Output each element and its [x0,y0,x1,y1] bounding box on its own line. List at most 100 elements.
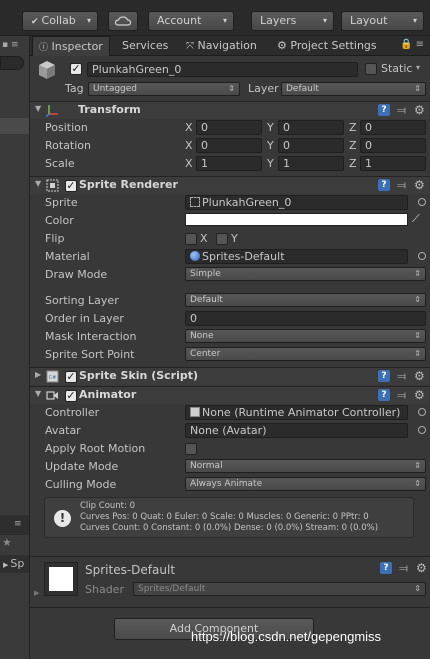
position-y-field[interactable]: 0 [278,120,344,135]
z-axis-label[interactable]: Z [349,157,357,170]
collab-button[interactable]: ✔ Collab ▾ [22,11,98,31]
help-icon[interactable]: ? [380,562,392,574]
sprite-skin-enabled-checkbox[interactable]: ✓ [65,371,77,383]
layer-dropdown[interactable]: Default ⇕ [281,82,426,96]
gear-icon[interactable]: ⚙ [414,388,425,402]
material-preview-thumbnail[interactable] [44,562,78,596]
scale-z-field[interactable]: 1 [360,156,426,171]
account-button[interactable]: Account ▾ [148,11,234,31]
position-x-field[interactable]: 0 [196,120,262,135]
tab-services[interactable]: Services [122,36,168,56]
preset-sliders-icon[interactable]: ⫤ [397,389,410,402]
order-in-layer-field[interactable]: 0 [185,311,426,326]
x-axis-label[interactable]: X [185,157,193,170]
collapse-arrow-icon[interactable]: ▼ [35,104,41,113]
apply-root-motion-checkbox[interactable] [185,443,197,455]
update-mode-dropdown[interactable]: Normal ⇕ [185,459,426,473]
gear-icon[interactable]: ⚙ [414,369,425,383]
sprite-object-field[interactable]: PlunkahGreen_0 [185,195,408,210]
sprite-skin-header[interactable]: ▶ C# ✓ Sprite Skin (Script) ? ⫤ ⚙ [30,367,430,385]
active-checkbox[interactable]: ✓ [70,63,82,75]
scale-y-field[interactable]: 1 [278,156,344,171]
object-picker-icon[interactable] [418,252,426,260]
transform-title: Transform [78,103,141,116]
layout-button[interactable]: Layout ▾ [341,11,424,31]
dropdown-arrow-icon: ▾ [412,16,417,25]
y-axis-label[interactable]: Y [267,139,274,152]
help-icon[interactable]: ? [378,370,390,382]
eyedropper-icon[interactable]: ⟋ [412,212,420,226]
sprite-renderer-enabled-checkbox[interactable]: ✓ [65,180,77,192]
static-checkbox[interactable] [365,63,377,75]
project-folder-row[interactable]: ▶ Sp [0,555,29,573]
z-axis-label[interactable]: Z [349,121,357,134]
culling-mode-dropdown[interactable]: Always Animate ⇕ [185,477,426,491]
panel-menu-icon[interactable]: ▪ ≡ [2,40,19,50]
position-z-field[interactable]: 0 [360,120,426,135]
hierarchy-selected-row[interactable] [0,118,29,134]
object-picker-icon[interactable] [418,408,426,416]
layers-button[interactable]: Layers ▾ [251,11,334,31]
sprite-sort-point-dropdown[interactable]: Center ⇕ [185,347,426,361]
preset-sliders-icon[interactable]: ⫤ [399,562,412,575]
preset-sliders-icon[interactable]: ⫤ [397,179,410,192]
color-label: Color [45,214,74,227]
mask-interaction-dropdown[interactable]: None ⇕ [185,329,426,343]
preset-sliders-icon[interactable]: ⫤ [397,104,410,117]
collapse-arrow-icon[interactable]: ▼ [35,179,41,188]
object-picker-icon[interactable] [418,426,426,434]
draw-mode-dropdown[interactable]: Simple ⇕ [185,267,426,281]
controller-object-field[interactable]: None (Runtime Animator Controller) [185,405,408,420]
help-icon[interactable]: ? [378,179,390,191]
help-icon[interactable]: ? [378,104,390,116]
controller-value: None (Runtime Animator Controller) [202,406,401,419]
tab-project-settings[interactable]: ⚙ Project Settings [277,36,377,56]
static-label: Static [381,62,413,75]
rotation-x-field[interactable]: 0 [196,138,262,153]
static-dropdown-arrow-icon[interactable]: ▾ [416,63,420,72]
tab-navigation[interactable]: ⤧ Navigation [186,36,257,56]
shader-label: Shader [85,583,124,596]
tab-menu-icon[interactable]: 🔒 ≡ [400,39,424,50]
gear-icon[interactable]: ⚙ [416,561,427,575]
cloud-button[interactable] [108,11,138,31]
shader-value: Sprites/Default [138,584,206,594]
collapse-arrow-icon[interactable]: ▼ [35,389,41,398]
x-axis-label[interactable]: X [185,121,193,134]
tab-inspector[interactable]: ⓘ Inspector [32,36,110,56]
object-name-field[interactable]: PlunkahGreen_0 [87,62,358,77]
rotation-z-field[interactable]: 0 [360,138,426,153]
y-axis-label[interactable]: Y [267,121,274,134]
mask-interaction-label: Mask Interaction [45,330,137,343]
expand-arrow-icon[interactable]: ▶ [35,370,41,379]
color-swatch[interactable] [185,213,408,226]
z-axis-label[interactable]: Z [349,139,357,152]
flip-y-checkbox[interactable] [216,233,228,245]
preset-sliders-icon[interactable]: ⫤ [397,370,410,383]
avatar-object-field[interactable]: None (Avatar) [185,423,408,438]
expand-arrow-icon[interactable]: ▶ [34,589,39,597]
y-axis-label[interactable]: Y [267,157,274,170]
rotation-y-field[interactable]: 0 [278,138,344,153]
project-folder-label: Sp [10,557,25,570]
transform-header[interactable]: ▼ Transform ? ⫤ ⚙ [30,101,430,119]
gear-icon[interactable]: ⚙ [414,178,425,192]
gear-icon[interactable]: ⚙ [414,103,425,117]
animator-enabled-checkbox[interactable]: ✓ [65,390,77,402]
tag-dropdown[interactable]: Untagged ⇕ [88,82,240,96]
material-header-icons: ? ⫤ ⚙ [380,561,428,576]
hierarchy-search-input[interactable] [0,56,24,70]
material-object-field[interactable]: Sprites-Default [185,249,408,264]
favorites-star-icon[interactable]: ★ [2,536,16,550]
flip-x-checkbox[interactable] [185,233,197,245]
object-picker-icon[interactable] [418,198,426,206]
panel-menu-icon[interactable]: ≡ [14,519,22,529]
x-axis-label[interactable]: X [185,139,193,152]
sprite-renderer-header[interactable]: ▼ ✓ Sprite Renderer ? ⫤ ⚙ [30,176,430,194]
scale-x-field[interactable]: 1 [196,156,262,171]
sorting-layer-dropdown[interactable]: Default ⇕ [185,293,426,307]
controller-label: Controller [45,406,100,419]
shader-dropdown[interactable]: Sprites/Default ⇕ [133,582,426,596]
help-icon[interactable]: ? [378,389,390,401]
animator-header[interactable]: ▼ ✓ Animator ? ⫤ ⚙ [30,386,430,404]
